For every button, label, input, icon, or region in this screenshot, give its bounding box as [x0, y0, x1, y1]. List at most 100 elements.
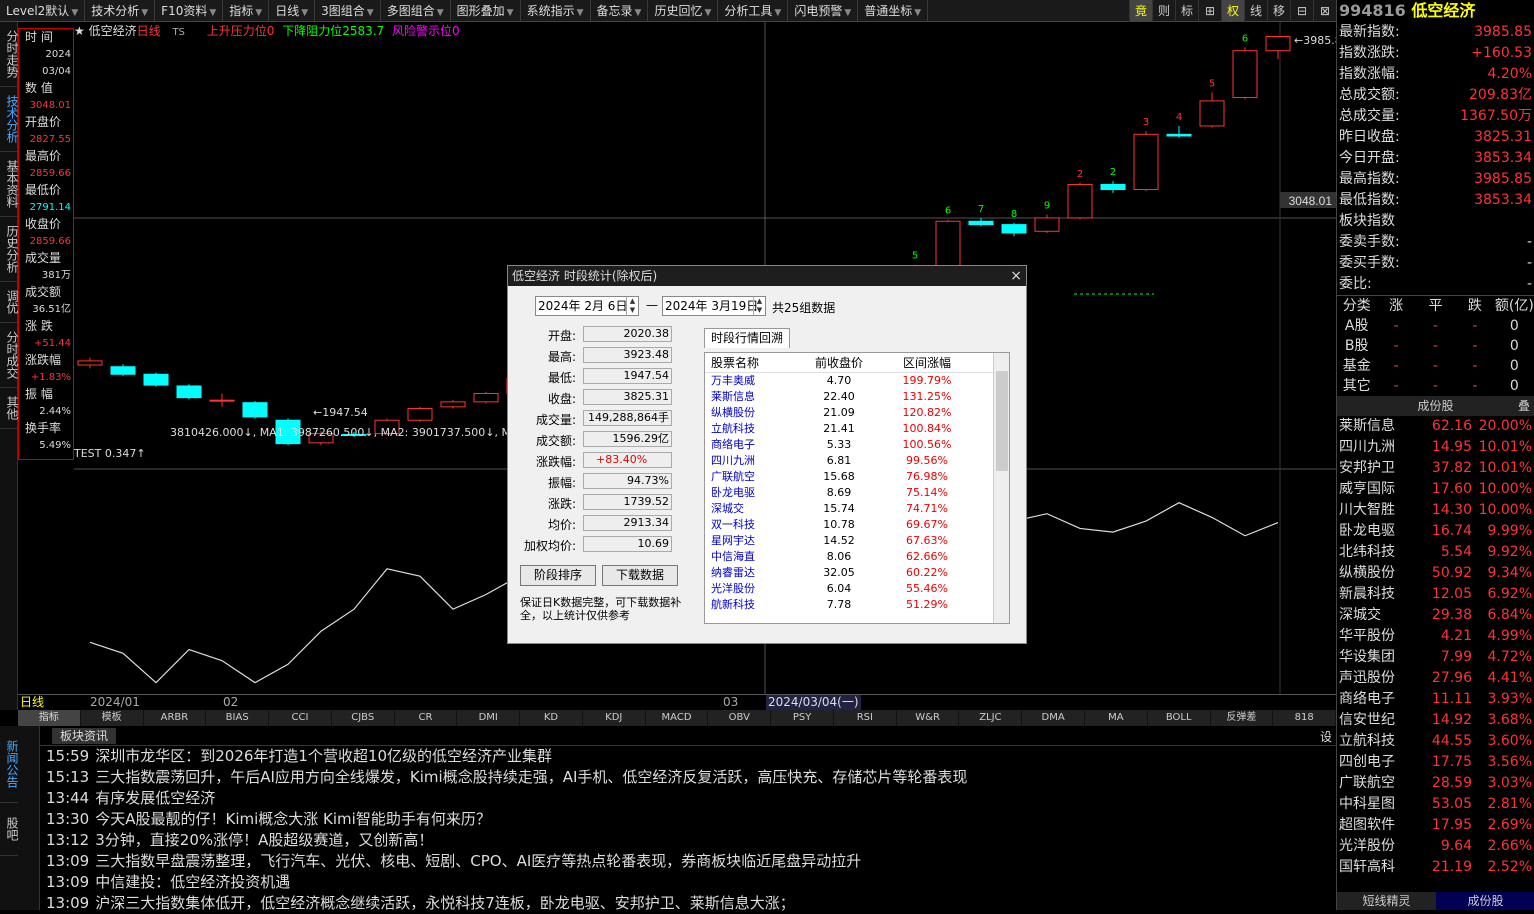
menu-item-11[interactable]: 分析工具 ▼: [718, 0, 789, 22]
table-scrollbar[interactable]: [993, 353, 1009, 623]
news-left-tab-1[interactable]: 股吧: [0, 803, 19, 856]
constituent-row[interactable]: 声迅股份 27.96 4.41%: [1337, 668, 1534, 689]
constituent-row[interactable]: 广联航空 28.59 3.03%: [1337, 773, 1534, 794]
tool-button-3[interactable]: ⊞: [1198, 0, 1221, 22]
indicator-tab-11[interactable]: OBV: [708, 710, 772, 726]
news-item[interactable]: 13:44 有序发展低空经济: [46, 788, 967, 809]
menu-item-8[interactable]: 系统指示 ▼: [521, 0, 591, 22]
news-headline[interactable]: 三大指数早盘震荡整理，飞行汽车、光伏、核电、短剧、CPO、AI医疗等热点轮番表现…: [95, 852, 861, 870]
constituent-row[interactable]: 莱斯信息 62.16 20.00%: [1337, 416, 1534, 437]
tab-left-4[interactable]: 调优: [0, 282, 19, 323]
news-headline[interactable]: 深圳市龙华区：到2026年打造1个营收超10亿级的低空经济产业集群: [95, 747, 552, 765]
tool-button-1[interactable]: 则: [1152, 0, 1175, 22]
close-icon[interactable]: ×: [1010, 266, 1022, 286]
tool-button-8[interactable]: ⊠: [1313, 0, 1336, 22]
stock-table[interactable]: 股票名称 前收盘价 区间涨幅 万丰奥威 4.70 199.79% 莱斯信息 22.40 131.…: [704, 352, 1010, 624]
indicator-tab-7[interactable]: DMI: [457, 710, 521, 726]
constituent-row[interactable]: 威亨国际 17.60 10.00%: [1337, 479, 1534, 500]
tab-sector-news[interactable]: 板块资讯: [52, 728, 117, 744]
indicator-tab-6[interactable]: CR: [395, 710, 458, 726]
tab-left-1[interactable]: 技术分析: [0, 87, 19, 152]
menu-item-2[interactable]: F10资料 ▼: [155, 0, 224, 22]
indicator-tab-0[interactable]: 指标: [18, 710, 81, 726]
indicator-tab-13[interactable]: RSI: [834, 710, 897, 726]
indicator-tab-19[interactable]: 反弹差: [1211, 710, 1274, 726]
indicator-tab-1[interactable]: 模板: [81, 710, 144, 726]
end-date-field[interactable]: 2024年 3月19日 ▲ ▼: [662, 296, 766, 316]
news-headline[interactable]: 有序发展低空经济: [95, 789, 215, 807]
indicator-tab-20[interactable]: 818: [1273, 710, 1337, 726]
news-item[interactable]: 15:59 深圳市龙华区：到2026年打造1个营收超10亿级的低空经济产业集群: [46, 746, 967, 767]
table-row[interactable]: 四川九洲 6.81 99.56%: [705, 453, 1009, 469]
table-row[interactable]: 双一科技 10.78 69.67%: [705, 517, 1009, 533]
indicator-tab-18[interactable]: BOLL: [1148, 710, 1211, 726]
news-item[interactable]: 13:09 三大指数早盘震荡整理，飞行汽车、光伏、核电、短剧、CPO、AI医疗等热…: [46, 851, 967, 872]
table-row[interactable]: 纳睿雷达 32.05 60.22%: [705, 565, 1009, 581]
right-tab-1[interactable]: 成份股: [1436, 892, 1534, 910]
news-item[interactable]: 13:09 中信建投：低空经济投资机遇: [46, 872, 967, 893]
constituent-row[interactable]: 中科星图 53.05 2.81%: [1337, 794, 1534, 815]
table-row[interactable]: 航新科技 7.78 51.29%: [705, 597, 1009, 613]
table-row[interactable]: 中信海直 8.06 62.66%: [705, 549, 1009, 565]
news-headline[interactable]: 3分钟，直接20%涨停！A股超级赛道，又创新高！: [95, 831, 433, 849]
scroll-thumb[interactable]: [996, 371, 1008, 471]
stage-sort-button[interactable]: 阶段排序: [520, 565, 596, 586]
period-label[interactable]: 日线: [20, 695, 44, 710]
indicator-tab-14[interactable]: W&R: [897, 710, 960, 726]
menu-item-6[interactable]: 多图组合 ▼: [381, 0, 451, 22]
indicator-tab-17[interactable]: MA: [1085, 710, 1148, 726]
table-row[interactable]: 广联航空 15.68 76.98%: [705, 469, 1009, 485]
tool-button-4[interactable]: 权: [1221, 0, 1244, 22]
constituent-row[interactable]: 安邦护卫 37.82 10.01%: [1337, 458, 1534, 479]
indicator-tab-4[interactable]: CCI: [269, 710, 332, 726]
start-date-field[interactable]: 2024年 2月 6日 ▲ ▼: [535, 296, 639, 316]
menu-item-0[interactable]: Level2默认 ▼: [0, 0, 86, 22]
news-headline[interactable]: 沪深三大指数集体低开，低空经济概念继续活跃，永悦科技7连板，卧龙电驱、安邦护卫、…: [95, 894, 795, 912]
table-row[interactable]: 深城交 15.74 74.71%: [705, 501, 1009, 517]
indicator-tab-3[interactable]: BIAS: [206, 710, 270, 726]
constituent-row[interactable]: 纵横股份 50.92 9.34%: [1337, 563, 1534, 584]
table-head-cell[interactable]: 前收盘价: [799, 353, 879, 372]
news-settings-button[interactable]: 设: [1320, 728, 1332, 745]
right-tab-0[interactable]: 短线精灵: [1337, 892, 1436, 910]
news-item[interactable]: 13:12 3分钟，直接20%涨停！A股超级赛道，又创新高！: [46, 830, 967, 851]
tool-button-7[interactable]: ⊟: [1290, 0, 1313, 22]
news-headline[interactable]: 中信建投：低空经济投资机遇: [95, 873, 290, 891]
indicator-tab-8[interactable]: KD: [520, 710, 583, 726]
tab-left-6[interactable]: 其他: [0, 388, 19, 429]
tool-button-6[interactable]: 移: [1267, 0, 1290, 22]
tab-left-5[interactable]: 分时成交: [0, 323, 19, 388]
constituent-row[interactable]: 卧龙电驱 16.74 9.99%: [1337, 521, 1534, 542]
tool-button-2[interactable]: 标: [1175, 0, 1198, 22]
overlay-icon[interactable]: 叠: [1518, 396, 1530, 416]
constituent-row[interactable]: 深城交 29.38 6.84%: [1337, 605, 1534, 626]
start-date-spinner[interactable]: ▲ ▼: [626, 297, 638, 315]
table-row[interactable]: 莱斯信息 22.40 131.25%: [705, 389, 1009, 405]
table-row[interactable]: 星网宇达 14.52 67.63%: [705, 533, 1009, 549]
menu-item-13[interactable]: 普通坐标 ▼: [858, 0, 929, 22]
table-row[interactable]: 卧龙电驱 8.69 75.14%: [705, 485, 1009, 501]
constituent-row[interactable]: 光洋股份 9.64 2.66%: [1337, 836, 1534, 857]
table-row[interactable]: 万丰奥威 4.70 199.79%: [705, 373, 1009, 389]
constituent-header[interactable]: 成份股 叠: [1337, 396, 1534, 416]
menu-item-1[interactable]: 技术分析 ▼: [85, 0, 156, 22]
indicator-tab-16[interactable]: DMA: [1022, 710, 1086, 726]
table-head-cell[interactable]: 区间涨幅: [879, 353, 975, 372]
tab-left-0[interactable]: 分时走势: [0, 22, 19, 87]
news-item[interactable]: 15:13 三大指数震荡回升，午后AI应用方向全线爆发，Kimi概念股持续走强，A…: [46, 767, 967, 788]
download-data-button[interactable]: 下载数据: [602, 565, 678, 586]
news-item[interactable]: 13:30 今天A股最靓的仔！Kimi概念大涨 Kimi智能助手有何来历？: [46, 809, 967, 830]
table-row[interactable]: 商络电子 5.33 100.56%: [705, 437, 1009, 453]
table-row[interactable]: 立航科技 21.41 100.84%: [705, 421, 1009, 437]
table-row[interactable]: 纵横股份 21.09 120.82%: [705, 405, 1009, 421]
news-left-tab-0[interactable]: 新闻公告: [0, 726, 19, 803]
constituent-row[interactable]: 华平股份 4.21 4.99%: [1337, 626, 1534, 647]
constituent-row[interactable]: 超图软件 17.95 2.69%: [1337, 815, 1534, 836]
constituent-row[interactable]: 四创电子 17.75 3.56%: [1337, 752, 1534, 773]
indicator-tab-10[interactable]: MACD: [646, 710, 709, 726]
tool-button-0[interactable]: 竟: [1129, 0, 1152, 22]
menu-item-7[interactable]: 图形叠加 ▼: [451, 0, 521, 22]
news-headline[interactable]: 今天A股最靓的仔！Kimi概念大涨 Kimi智能助手有何来历？: [95, 810, 491, 828]
menu-item-12[interactable]: 闪电预警 ▼: [788, 0, 859, 22]
constituent-row[interactable]: 信安世纪 14.92 3.68%: [1337, 710, 1534, 731]
